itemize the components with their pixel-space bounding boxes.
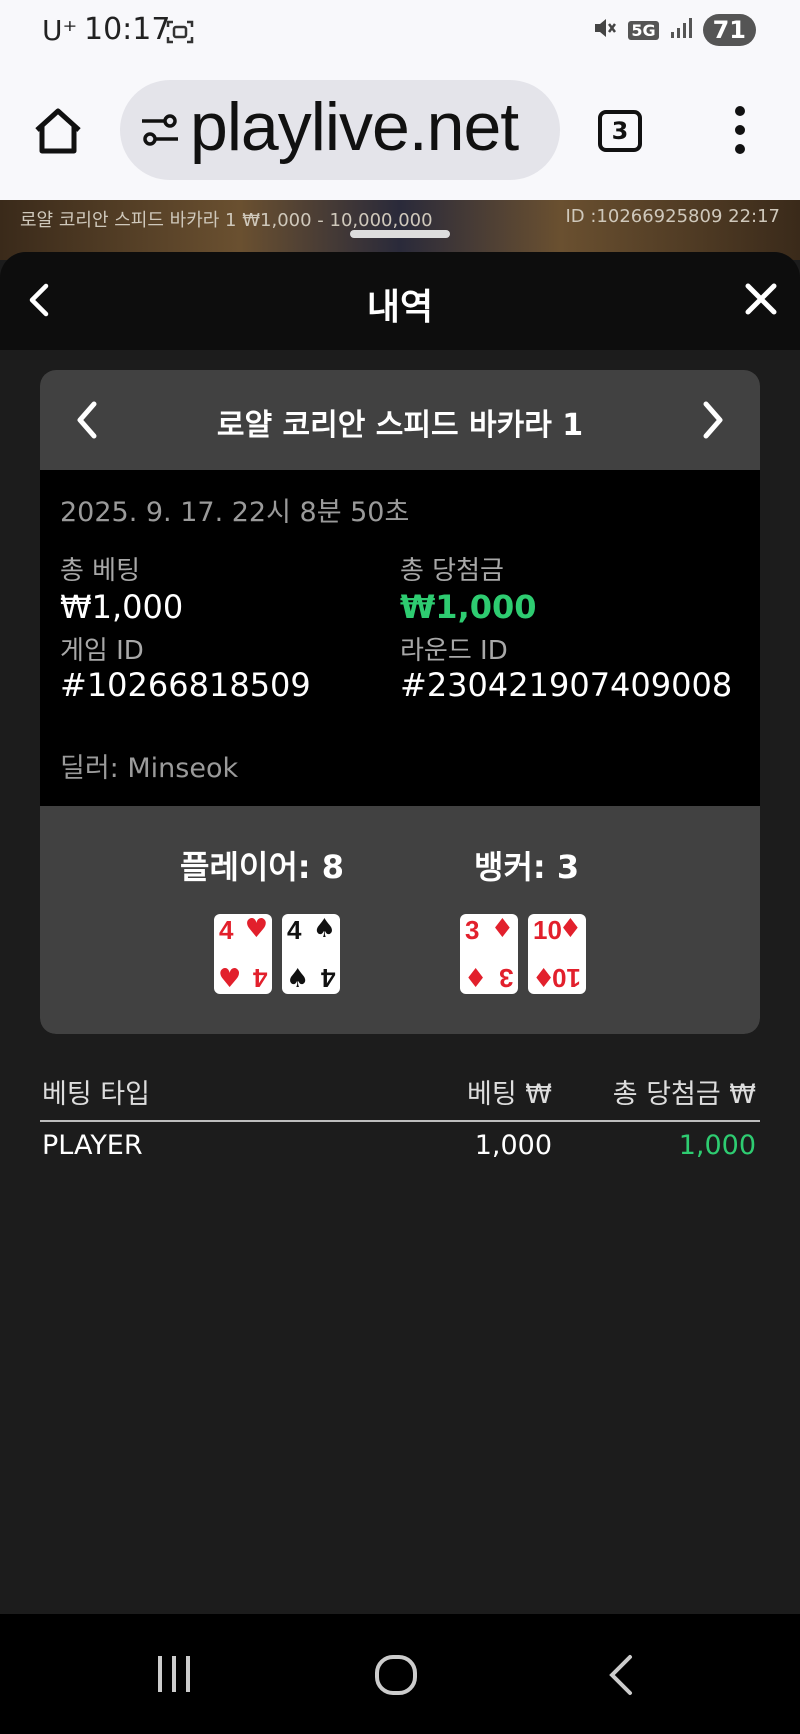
home-nav-icon[interactable]	[374, 1654, 418, 1700]
player-card-2: 4 ♠ ♠ 4	[282, 914, 340, 994]
address-bar[interactable]: playlive.net	[120, 80, 560, 180]
recent-apps-icon[interactable]	[154, 1654, 194, 1698]
game-name: 로얄 코리안 스피드 바카라 1	[216, 408, 584, 443]
card-rank: 4	[252, 963, 267, 993]
history-sheet: 내역 로얄 코리안 스피드 바카라 1 2025. 9. 17. 22시 8분 …	[0, 252, 800, 1614]
diamond-icon: ♦	[490, 914, 514, 944]
spade-icon: ♠	[312, 914, 336, 944]
card-rank: 4	[287, 915, 302, 945]
total-win-label: 총 당첨금	[400, 556, 504, 586]
dealer-name: 딜러: Minseok	[60, 753, 239, 784]
diamond-icon: ♦	[464, 964, 488, 994]
row-win-amount: 1,000	[678, 1130, 756, 1161]
total-bet-label: 총 베팅	[60, 556, 141, 586]
heart-icon: ♥	[218, 964, 242, 994]
spade-icon: ♠	[286, 964, 310, 994]
card-rank: 3	[465, 915, 480, 945]
browser-toolbar: playlive.net 3	[0, 62, 800, 200]
banker-card-2: 10 ♦ ♦ 10	[528, 914, 586, 994]
card-rank: 3	[498, 963, 513, 993]
table-divider	[40, 1120, 760, 1122]
menu-dot-icon	[735, 144, 745, 154]
sheet-drag-handle[interactable]	[350, 230, 450, 238]
game-strip-title: 로얄 코리안 스피드 바카라 1 ₩1,000 - 10,000,000	[20, 210, 433, 231]
system-nav-bar	[0, 1614, 800, 1734]
row-bet-type: PLAYER	[42, 1130, 143, 1161]
status-icons: 5G 71	[592, 14, 756, 46]
mute-icon	[592, 15, 618, 46]
round-result: 플레이어: 8 뱅커: 3 4 ♥ ♥ 4 4 ♠ ♠ 4 3 ♦ ♦ 3 10	[40, 806, 760, 1034]
game-id-value: #10266818509	[60, 666, 311, 704]
menu-dot-icon	[735, 106, 745, 116]
tabs-button[interactable]: 3	[598, 110, 642, 152]
banker-card-1: 3 ♦ ♦ 3	[460, 914, 518, 994]
header-win-amount: 총 당첨금 ₩	[612, 1079, 756, 1110]
total-bet-value: ₩1,000	[60, 588, 184, 626]
card-header: 로얄 코리안 스피드 바카라 1	[40, 370, 760, 470]
row-bet-amount: 1,000	[474, 1130, 552, 1161]
site-settings-icon[interactable]	[140, 112, 180, 152]
round-id-label: 라운드 ID	[400, 636, 508, 666]
game-strip: 로얄 코리안 스피드 바카라 1 ₩1,000 - 10,000,000 ID …	[0, 200, 800, 260]
card-rank: 4	[320, 963, 335, 993]
next-round-button[interactable]	[700, 400, 726, 444]
round-date: 2025. 9. 17. 22시 8분 50초	[60, 497, 410, 528]
card-rank: 10	[533, 915, 562, 945]
card-rank: 10	[552, 963, 581, 993]
status-bar: U⁺ 10:17 5G 71	[0, 0, 800, 62]
sheet-header: 내역	[0, 252, 800, 350]
round-info: 2025. 9. 17. 22시 8분 50초 총 베팅 ₩1,000 총 당첨…	[40, 470, 760, 806]
player-card-1: 4 ♥ ♥ 4	[214, 914, 272, 994]
heart-icon: ♥	[244, 914, 268, 944]
card-rank: 4	[219, 915, 234, 945]
player-score: 플레이어: 8	[180, 848, 344, 886]
more-menu-button[interactable]	[730, 102, 750, 162]
game-strip-id: ID :10266925809 22:17	[565, 206, 780, 227]
back-nav-icon[interactable]	[606, 1654, 636, 1700]
home-button[interactable]	[32, 106, 84, 160]
round-detail-card: 로얄 코리안 스피드 바카라 1 2025. 9. 17. 22시 8분 50초…	[40, 370, 760, 1034]
banker-score: 뱅커: 3	[474, 848, 580, 886]
battery-badge: 71	[702, 14, 756, 46]
signal-icon	[669, 16, 693, 45]
diamond-icon: ♦	[558, 914, 582, 944]
carrier-label: U⁺	[42, 14, 78, 47]
close-button[interactable]	[742, 280, 780, 322]
total-win-value: ₩1,000	[400, 588, 537, 626]
status-time: 10:17	[84, 12, 171, 47]
round-id-value: #230421907409008	[400, 666, 733, 704]
url-text[interactable]: playlive.net	[190, 88, 519, 166]
game-id-label: 게임 ID	[60, 636, 144, 666]
screenshot-icon	[166, 18, 194, 50]
sheet-title: 내역	[366, 287, 434, 328]
header-bet-amount: 베팅 ₩	[467, 1079, 552, 1110]
header-bet-type: 베팅 타입	[42, 1079, 150, 1110]
network-label: 5G	[628, 20, 659, 40]
menu-dot-icon	[735, 125, 745, 135]
